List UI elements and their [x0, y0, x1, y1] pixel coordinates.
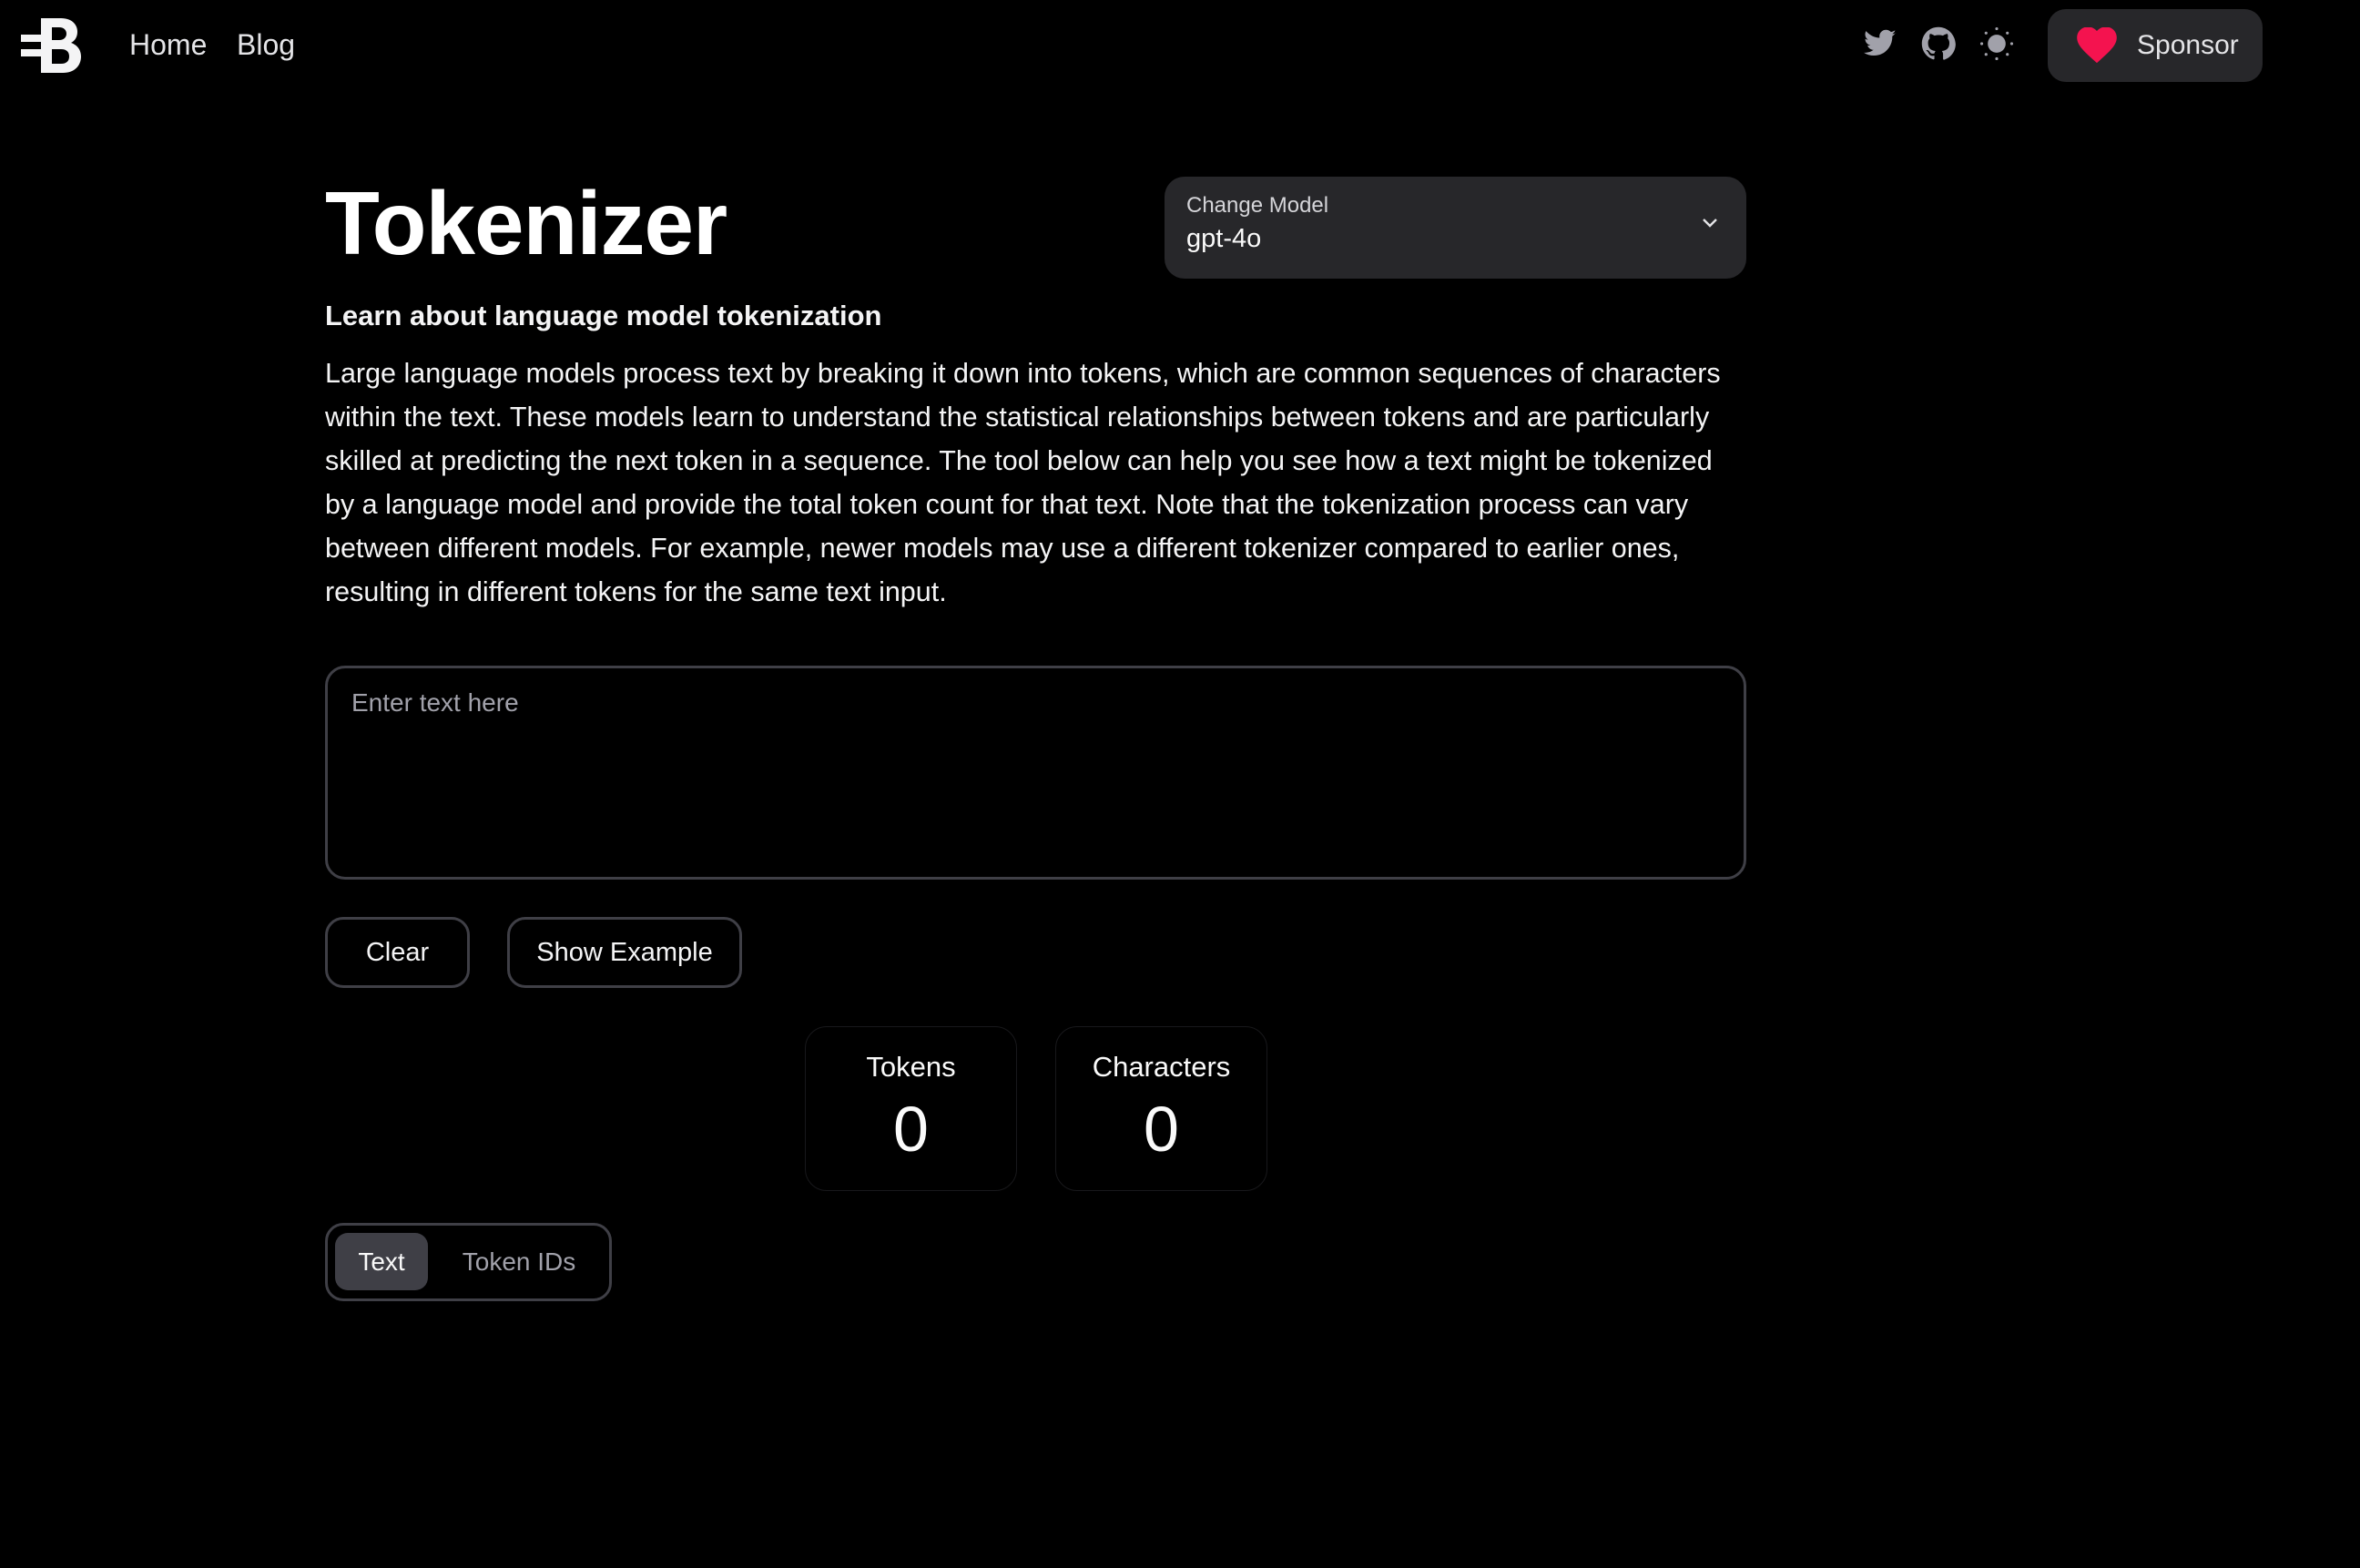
theme-toggle-button[interactable]: [1979, 26, 2015, 66]
page-description: Large language models process text by br…: [325, 358, 1721, 607]
nav-link-blog[interactable]: Blog: [237, 26, 295, 63]
page-subtitle: Learn about language model tokenization: [325, 300, 882, 331]
clear-button[interactable]: Clear: [325, 917, 470, 988]
model-select-value: gpt-4o: [1186, 224, 1262, 253]
github-link[interactable]: [1920, 26, 1957, 66]
twitter-link[interactable]: [1862, 27, 1898, 64]
characters-count: 0: [1144, 1094, 1179, 1165]
characters-label: Characters: [1092, 1051, 1231, 1083]
nav-link-home[interactable]: Home: [129, 26, 207, 63]
tokens-count: 0: [893, 1094, 929, 1165]
heart-icon: [2077, 26, 2117, 64]
show-example-button[interactable]: Show Example: [507, 917, 742, 988]
sponsor-label: Sponsor: [2137, 30, 2239, 60]
logo-icon[interactable]: [21, 18, 81, 73]
characters-stat-card: Characters 0: [1055, 1026, 1267, 1191]
twitter-icon: [1863, 26, 1897, 66]
model-select[interactable]: Change Model gpt-4o: [1165, 177, 1746, 279]
tab-token-ids[interactable]: Token IDs: [446, 1233, 592, 1290]
top-nav: Home Blog Sponsor: [0, 0, 2360, 91]
page-title: Tokenizer: [325, 173, 727, 273]
model-select-label: Change Model: [1186, 193, 1329, 218]
tokens-stat-card: Tokens 0: [805, 1026, 1017, 1191]
github-icon: [1921, 26, 1956, 66]
tokens-label: Tokens: [866, 1051, 956, 1083]
view-mode-tabs: Text Token IDs: [325, 1223, 612, 1301]
tab-text[interactable]: Text: [335, 1233, 428, 1290]
sponsor-button[interactable]: Sponsor: [2048, 9, 2263, 82]
text-input[interactable]: [325, 666, 1746, 880]
chevron-down-icon: [1699, 211, 1721, 233]
sun-icon: [1979, 26, 2014, 66]
